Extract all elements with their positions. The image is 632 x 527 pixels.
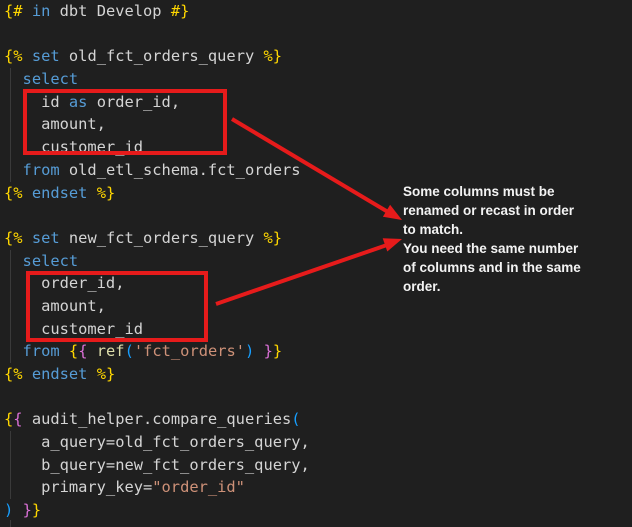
code-area[interactable]: {# in dbt Develop #} {% set old_fct_order… (4, 0, 310, 522)
code-token: } (32, 501, 41, 519)
code-token: ) (245, 342, 254, 360)
code-token: } (264, 342, 273, 360)
code-token (254, 342, 263, 360)
code-token: ref (97, 342, 125, 360)
code-token: ( (125, 342, 134, 360)
code-token (23, 47, 32, 65)
code-line[interactable]: {% endset %} (4, 182, 310, 205)
code-token (87, 365, 96, 383)
code-token (23, 229, 32, 247)
code-token (87, 342, 96, 360)
code-line[interactable] (4, 386, 310, 409)
code-line[interactable]: primary_key="order_id" (4, 476, 310, 499)
code-token: set (32, 47, 60, 65)
code-token: } (23, 501, 32, 519)
code-line[interactable]: ) }} (4, 499, 310, 522)
code-line[interactable]: from {{ ref('fct_orders') }} (4, 340, 310, 363)
code-token: select (23, 70, 79, 88)
code-token: audit_helper.compare_queries (23, 410, 292, 428)
annotation-note-line: to match. (403, 220, 625, 239)
code-token: { (13, 410, 22, 428)
code-line[interactable]: {% set old_fct_orders_query %} (4, 45, 310, 68)
code-token: } (273, 342, 282, 360)
code-token: endset (32, 184, 88, 202)
annotation-note: Some columns must be renamed or recast i… (403, 182, 625, 296)
code-token: {# (4, 2, 23, 20)
code-line[interactable] (4, 23, 310, 46)
code-token: {% (4, 229, 23, 247)
code-token: from (23, 342, 60, 360)
code-token: primary_key= (4, 478, 152, 496)
annotation-note-line: renamed or recast in order (403, 201, 625, 220)
code-token (23, 2, 32, 20)
code-token (23, 184, 32, 202)
code-token: 'fct_orders' (134, 342, 245, 360)
code-line[interactable]: select (4, 250, 310, 273)
code-line[interactable]: from old_etl_schema.fct_orders (4, 159, 310, 182)
code-token: { (69, 342, 78, 360)
annotation-note-line: order. (403, 277, 625, 296)
code-line[interactable]: select (4, 68, 310, 91)
code-line[interactable]: {# in dbt Develop #} (4, 0, 310, 23)
code-token: %} (97, 184, 116, 202)
code-token: old_etl_schema.fct_orders (60, 161, 301, 179)
code-line[interactable]: {% endset %} (4, 363, 310, 386)
code-token: old_fct_orders_query (60, 47, 264, 65)
code-token (23, 365, 32, 383)
code-token: %} (97, 365, 116, 383)
code-token: %} (264, 47, 283, 65)
code-token (60, 342, 69, 360)
code-token: "order_id" (152, 478, 245, 496)
code-token: b_query=new_fct_orders_query, (4, 456, 310, 474)
code-editor[interactable]: {# in dbt Develop #} {% set old_fct_order… (0, 0, 632, 527)
code-token: a_query=old_fct_orders_query, (4, 433, 310, 451)
code-token: select (23, 252, 79, 270)
code-token: from (23, 161, 60, 179)
code-token (13, 501, 22, 519)
code-token: %} (264, 229, 283, 247)
code-token (87, 184, 96, 202)
code-line[interactable]: a_query=old_fct_orders_query, (4, 431, 310, 454)
code-token: ( (291, 410, 300, 428)
annotation-note-line: Some columns must be (403, 182, 625, 201)
annotation-box-old-columns (23, 89, 227, 155)
code-token: {% (4, 184, 23, 202)
code-line[interactable]: {% set new_fct_orders_query %} (4, 227, 310, 250)
annotation-note-line: You need the same number (403, 239, 625, 258)
code-token (4, 252, 23, 270)
code-token: {% (4, 47, 23, 65)
code-token: endset (32, 365, 88, 383)
code-token: ) (4, 501, 13, 519)
code-token: in (32, 2, 51, 20)
code-token (4, 161, 23, 179)
code-token: dbt Develop (50, 2, 170, 20)
code-line[interactable]: b_query=new_fct_orders_query, (4, 454, 310, 477)
annotation-box-new-columns (26, 271, 208, 342)
code-token: { (4, 410, 13, 428)
code-token (4, 70, 23, 88)
code-token: set (32, 229, 60, 247)
code-line[interactable]: {{ audit_helper.compare_queries( (4, 408, 310, 431)
code-token: #} (171, 2, 190, 20)
code-token: new_fct_orders_query (60, 229, 264, 247)
code-token: {% (4, 365, 23, 383)
code-token (4, 342, 23, 360)
annotation-note-line: of columns and in the same (403, 258, 625, 277)
code-line[interactable] (4, 204, 310, 227)
